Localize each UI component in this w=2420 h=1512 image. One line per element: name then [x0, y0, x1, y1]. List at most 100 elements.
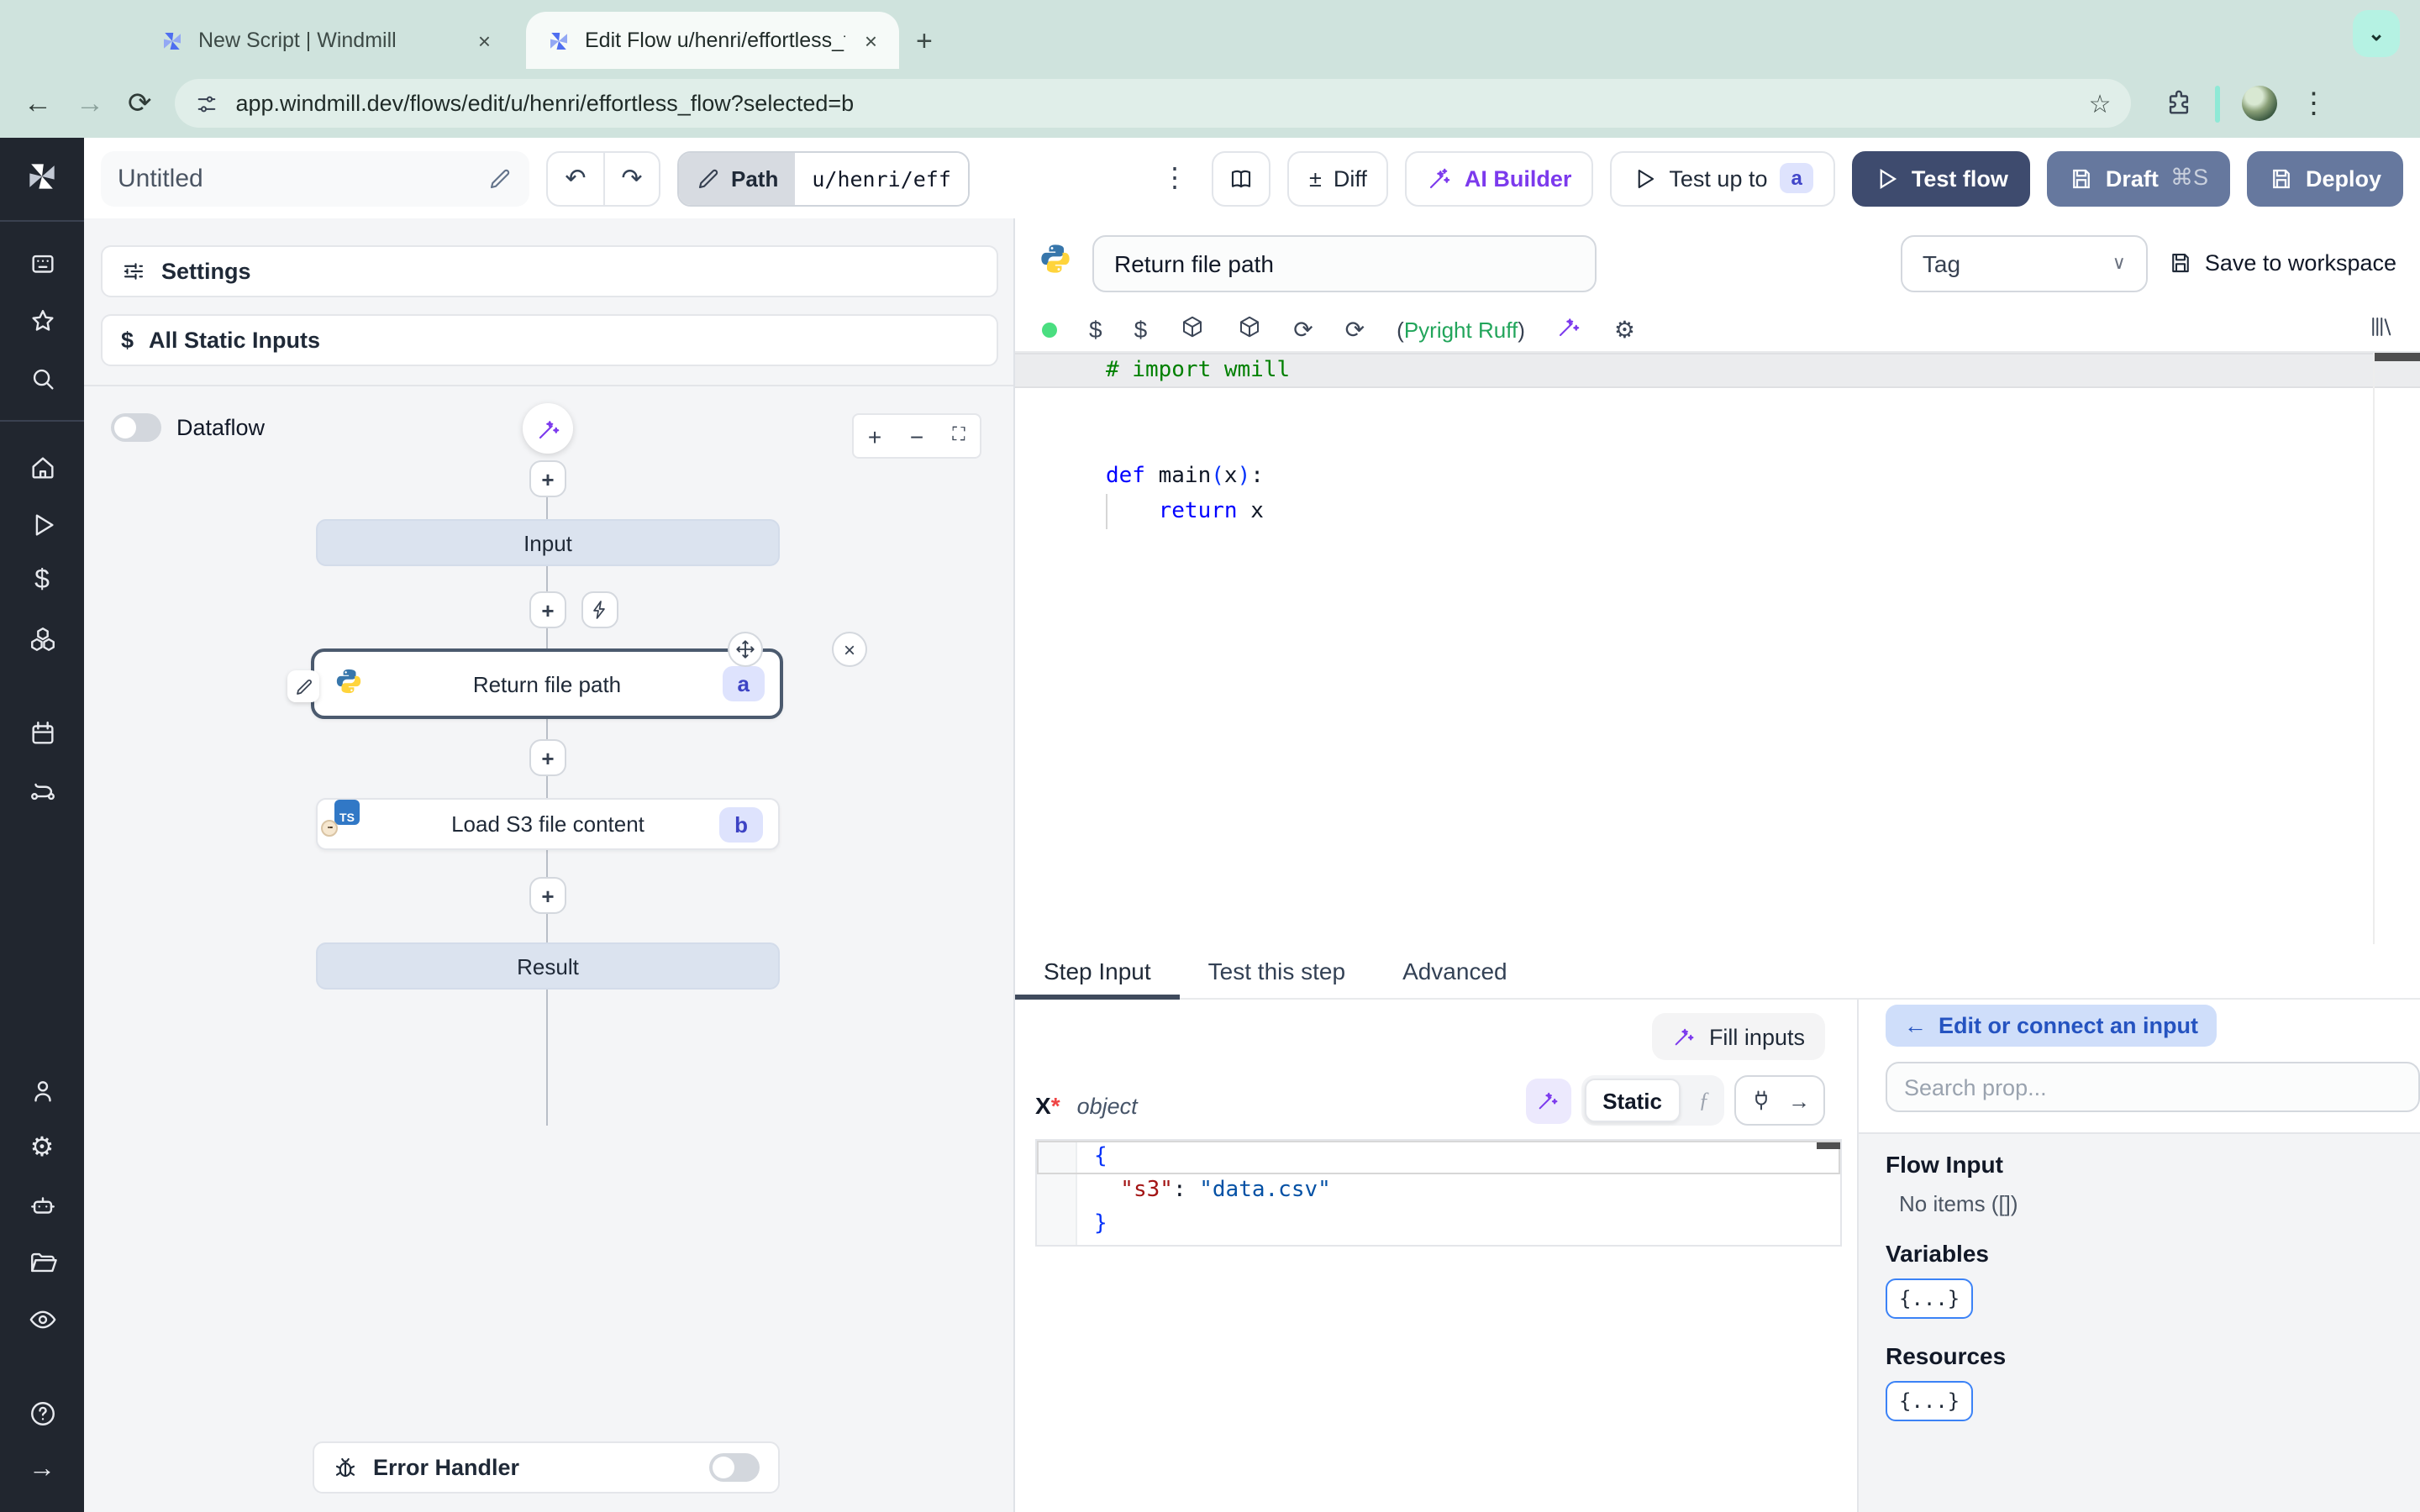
flow-node-step-a[interactable]: Return file path a: [311, 648, 783, 719]
code-line[interactable]: def main(x):: [1015, 459, 2420, 494]
draft-button[interactable]: Draft ⌘S: [2046, 150, 2230, 206]
sidebar-item-home[interactable]: [0, 438, 84, 496]
move-step-handle[interactable]: [728, 632, 763, 667]
path-value[interactable]: u/henri/eff: [795, 152, 968, 204]
code-line[interactable]: return x: [1015, 494, 2420, 529]
javascript-expr-option[interactable]: ƒ: [1687, 1087, 1721, 1114]
tab-test-this-step[interactable]: Test this step: [1180, 944, 1374, 998]
sidebar-item-help[interactable]: [0, 1384, 84, 1441]
all-static-inputs-button[interactable]: $ All Static Inputs: [101, 314, 998, 366]
code-line[interactable]: # import wmill: [1015, 353, 2420, 388]
undo-button[interactable]: ↶: [548, 152, 603, 204]
sidebar-item-settings[interactable]: ⚙: [0, 1119, 84, 1176]
edit-name-pencil-icon[interactable]: [487, 165, 513, 191]
sidebar-item-ai[interactable]: [0, 1176, 84, 1233]
variables-expand-button[interactable]: {...}: [1886, 1278, 1974, 1319]
fill-inputs-button[interactable]: Fill inputs: [1651, 1013, 1825, 1060]
zoom-out-button[interactable]: −: [896, 423, 938, 449]
redo-button[interactable]: ↷: [603, 152, 659, 204]
url-text[interactable]: app.windmill.dev/flows/edit/u/henri/effo…: [236, 91, 2072, 116]
zoom-in-button[interactable]: +: [854, 423, 896, 449]
edit-step-pencil-icon[interactable]: [287, 670, 319, 702]
deploy-button[interactable]: Deploy: [2246, 150, 2403, 206]
sidebar-collapse-icon[interactable]: →: [0, 1441, 84, 1499]
package-icon[interactable]: [1236, 314, 1261, 344]
editor-scrollbar[interactable]: [2375, 353, 2420, 361]
site-settings-icon[interactable]: [196, 92, 219, 115]
sidebar-item-audit-logs[interactable]: [0, 1290, 84, 1347]
sidebar-item-schedules[interactable]: [0, 704, 84, 761]
profile-avatar[interactable]: [2242, 86, 2278, 121]
windmill-logo-icon[interactable]: [24, 158, 60, 203]
ai-fill-button[interactable]: [1525, 1078, 1571, 1123]
docs-button[interactable]: [1212, 150, 1270, 206]
flow-name-text[interactable]: Untitled: [118, 164, 203, 192]
sidebar-item-favorites[interactable]: [0, 292, 84, 349]
add-trigger-button[interactable]: [581, 591, 618, 628]
json-scrollbar[interactable]: [1817, 1142, 1840, 1149]
sidebar-item-search[interactable]: [0, 349, 84, 407]
test-up-to-button[interactable]: Test up to a: [1610, 150, 1836, 206]
package-icon[interactable]: [1179, 314, 1204, 344]
json-line[interactable]: }: [1037, 1208, 1840, 1242]
library-icon[interactable]: [2368, 314, 2393, 344]
reload-icon[interactable]: ⟳: [1345, 315, 1365, 344]
toolbar-kebab-icon[interactable]: ⋮: [1155, 161, 1195, 195]
path-button[interactable]: Path u/henri/eff: [677, 150, 970, 206]
code-line[interactable]: [1015, 388, 2420, 423]
forward-icon[interactable]: →: [76, 87, 104, 120]
sidebar-item-routes[interactable]: [0, 761, 84, 818]
json-input-editor[interactable]: { "s3": "data.csv" }: [1035, 1139, 1842, 1247]
reload-icon[interactable]: ⟳: [1293, 315, 1313, 344]
code-editor[interactable]: # import wmill def main(x): return x: [1015, 351, 2420, 944]
flow-node-step-b[interactable]: TS Load S3 file content b: [316, 798, 780, 850]
flow-settings-button[interactable]: Settings: [101, 245, 998, 297]
add-step-button[interactable]: +: [529, 460, 566, 497]
add-step-button[interactable]: +: [529, 877, 566, 914]
ai-flow-wand-button[interactable]: [523, 403, 573, 454]
bookmark-star-icon[interactable]: ☆: [2089, 88, 2112, 118]
tab-close-icon[interactable]: ×: [473, 28, 496, 53]
error-handler-toggle[interactable]: [709, 1453, 760, 1482]
sidebar-item-folders[interactable]: [0, 1233, 84, 1290]
resource-picker-icon[interactable]: $: [1134, 316, 1148, 343]
reload-icon[interactable]: ⟳: [128, 87, 152, 120]
resources-expand-button[interactable]: {...}: [1886, 1381, 1974, 1421]
sidebar-item-variables[interactable]: $: [0, 553, 84, 610]
edit-or-connect-button[interactable]: ← Edit or connect an input: [1886, 1005, 2217, 1047]
variable-picker-icon[interactable]: $: [1089, 316, 1102, 343]
sidebar-item-apps[interactable]: [0, 235, 84, 292]
add-step-button[interactable]: +: [529, 591, 566, 628]
diff-button[interactable]: ± Diff: [1287, 150, 1389, 206]
save-to-workspace-button[interactable]: Save to workspace: [2168, 250, 2396, 276]
sidebar-item-resources[interactable]: [0, 610, 84, 667]
plug-icon[interactable]: [1749, 1089, 1773, 1112]
code-line[interactable]: [1015, 423, 2420, 459]
delete-step-button[interactable]: ×: [832, 632, 867, 667]
tab-step-input[interactable]: Step Input: [1015, 944, 1180, 1000]
tag-select[interactable]: Tag ∨: [1900, 234, 2148, 291]
browser-tab-edit-flow[interactable]: Edit Flow u/henri/effortless_fl ×: [526, 12, 899, 69]
step-name-input[interactable]: [1092, 234, 1597, 291]
error-handler-row[interactable]: Error Handler: [313, 1441, 780, 1494]
connect-arrow-icon[interactable]: →: [1788, 1088, 1810, 1113]
add-step-button[interactable]: +: [529, 739, 566, 776]
tab-advanced[interactable]: Advanced: [1374, 944, 1536, 998]
sidebar-item-user[interactable]: [0, 1062, 84, 1119]
flow-node-result[interactable]: Result: [316, 942, 780, 990]
ai-builder-button[interactable]: AI Builder: [1405, 150, 1594, 206]
dataflow-toggle[interactable]: [111, 413, 161, 442]
browser-tab-new-script[interactable]: New Script | Windmill ×: [139, 12, 513, 69]
json-line[interactable]: "s3": "data.csv": [1037, 1174, 1840, 1208]
address-bar[interactable]: app.windmill.dev/flows/edit/u/henri/effo…: [175, 79, 2132, 128]
sidebar-item-runs[interactable]: [0, 496, 84, 553]
json-line[interactable]: {: [1037, 1141, 1840, 1174]
search-prop-input[interactable]: [1886, 1062, 2420, 1112]
back-icon[interactable]: ←: [24, 87, 52, 120]
ai-wand-icon[interactable]: [1557, 314, 1582, 344]
browser-menu-icon[interactable]: ⋮: [2300, 87, 2328, 120]
tab-close-icon[interactable]: ×: [860, 28, 882, 53]
flow-name-input[interactable]: Untitled: [101, 150, 529, 206]
new-tab-button[interactable]: +: [916, 25, 933, 59]
extensions-icon[interactable]: [2165, 89, 2194, 118]
